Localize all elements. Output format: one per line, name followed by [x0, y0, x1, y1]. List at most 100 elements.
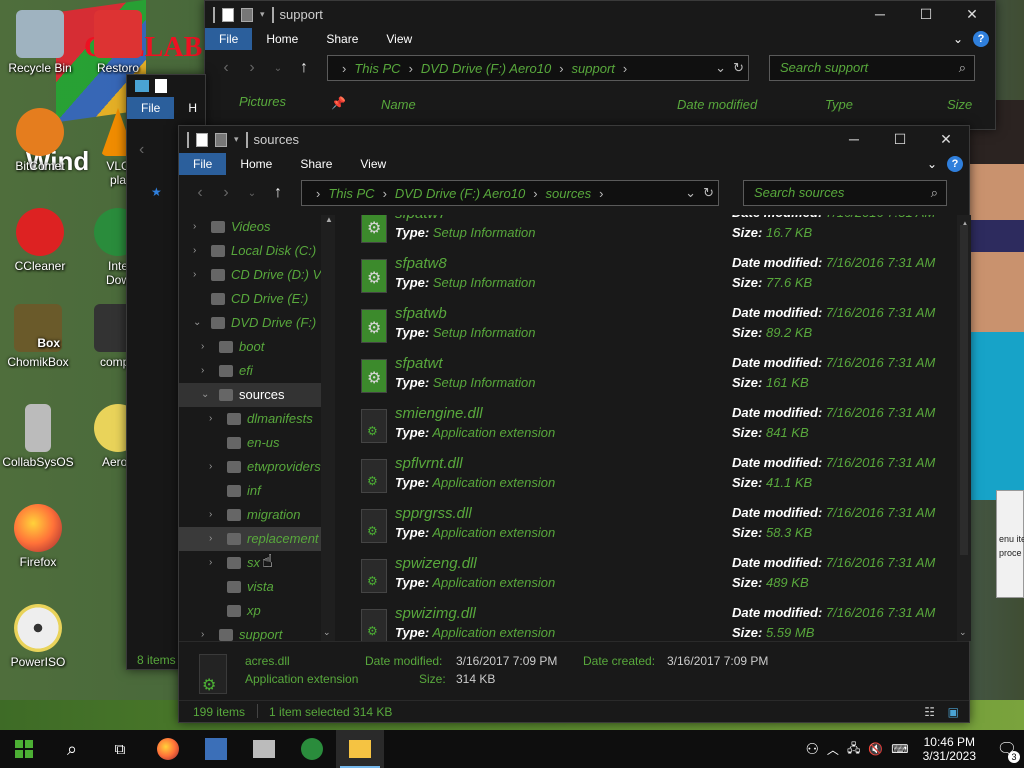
breadcrumb-this-pc[interactable]: This PC: [328, 186, 374, 201]
nav-item[interactable]: xp: [179, 599, 334, 623]
collapsed-chevron-icon[interactable]: ›: [193, 239, 196, 263]
collapsed-chevron-icon[interactable]: ›: [209, 503, 212, 527]
nav-item[interactable]: › migration: [179, 503, 334, 527]
recent-chevron-icon[interactable]: ⌄: [265, 63, 291, 74]
expand-ribbon-icon[interactable]: ⌄: [953, 32, 963, 46]
recent-chevron-icon[interactable]: ⌄: [239, 188, 265, 199]
collapsed-chevron-icon[interactable]: ›: [193, 215, 196, 239]
explorer-window-sources[interactable]: ▾ sources ─ ☐ ✕ File Home Share View ⌄? …: [178, 125, 971, 723]
people-icon[interactable]: ⚇: [805, 740, 818, 758]
nav-item[interactable]: › CD Drive (D:) V: [179, 263, 334, 287]
task-view-button[interactable]: ⧉: [96, 730, 144, 768]
desktop-icon-ccleaner[interactable]: CCleaner: [2, 208, 78, 273]
notifications-button[interactable]: 🗨 3: [990, 739, 1024, 763]
nav-item[interactable]: › Local Disk (C:): [179, 239, 334, 263]
tab-file[interactable]: File: [127, 97, 175, 119]
nav-item[interactable]: › boot: [179, 335, 334, 359]
scroll-up-icon[interactable]: ▲: [325, 215, 333, 224]
explorer-window-support[interactable]: ▾ support ─ ☐ ✕ File Home Share View ⌄? …: [204, 0, 996, 130]
help-icon[interactable]: ?: [947, 156, 963, 172]
breadcrumb-this-pc[interactable]: This PC: [354, 61, 400, 76]
scroll-down-icon[interactable]: ⌄: [323, 627, 331, 638]
taskbar-app-4[interactable]: [288, 730, 336, 768]
address-bar[interactable]: › This PC › DVD Drive (F:) Aero10 › source…: [301, 180, 719, 206]
back-arrow-icon[interactable]: ‹: [139, 141, 144, 159]
file-row[interactable]: sfpatwt Type: Setup Information Date modif…: [335, 353, 955, 403]
breadcrumb-support[interactable]: support: [572, 61, 615, 76]
maximize-button[interactable]: ☐: [877, 126, 923, 153]
nav-item[interactable]: › Videos: [179, 215, 334, 239]
collapsed-chevron-icon[interactable]: ›: [201, 359, 204, 383]
file-list[interactable]: sfpatw7 Type: Setup Information Date modif…: [335, 215, 957, 641]
desktop-icon-poweriso[interactable]: PowerISO: [0, 604, 76, 669]
minimize-button[interactable]: ─: [831, 126, 877, 153]
close-button[interactable]: ✕: [949, 1, 995, 28]
start-button[interactable]: [0, 730, 48, 768]
taskbar-firefox[interactable]: [144, 730, 192, 768]
nav-item[interactable]: inf: [179, 479, 334, 503]
file-row[interactable]: sfpatwb Type: Setup Information Date modif…: [335, 303, 955, 353]
file-row[interactable]: sfpatw8 Type: Setup Information Date modif…: [335, 253, 955, 303]
nav-item[interactable]: › dlmanifests: [179, 407, 334, 431]
desktop-icon-restoro[interactable]: Restoro: [80, 10, 156, 75]
nav-item[interactable]: CD Drive (E:): [179, 287, 334, 311]
column-header-type[interactable]: Type: [825, 97, 853, 112]
up-arrow-icon[interactable]: ↑: [291, 59, 317, 77]
clock[interactable]: 10:46 PM 3/31/2023: [923, 735, 976, 763]
scroll-down-icon[interactable]: ⌄: [959, 627, 967, 638]
taskbar-app-3[interactable]: [240, 730, 288, 768]
breadcrumb-dvd-drive[interactable]: DVD Drive (F:) Aero10: [421, 61, 551, 76]
file-row[interactable]: spwizeng.dll Type: Application extension D…: [335, 553, 955, 603]
tab-file[interactable]: File: [179, 153, 227, 175]
up-arrow-icon[interactable]: ↑: [265, 184, 291, 202]
address-bar[interactable]: › This PC › DVD Drive (F:) Aero10 › suppor…: [327, 55, 749, 81]
collapsed-chevron-icon[interactable]: ›: [209, 455, 212, 479]
expanded-chevron-icon[interactable]: ⌄: [201, 383, 209, 407]
title-bar[interactable]: ▾ sources ─ ☐ ✕: [179, 126, 969, 153]
file-row[interactable]: spprgrss.dll Type: Application extension D…: [335, 503, 955, 553]
nav-item[interactable]: › etwproviders: [179, 455, 334, 479]
breadcrumb-sources[interactable]: sources: [546, 186, 592, 201]
tab-home[interactable]: H: [174, 97, 211, 119]
dropdown-chevron-icon[interactable]: ⌄: [685, 185, 696, 201]
volume-muted-icon[interactable]: 🔇: [868, 742, 883, 756]
expand-ribbon-icon[interactable]: ⌄: [927, 157, 937, 171]
tab-share[interactable]: Share: [286, 153, 346, 175]
file-row[interactable]: sfpatw7 Type: Setup Information Date modif…: [335, 215, 955, 253]
title-bar[interactable]: ▾ support ─ ☐ ✕: [205, 1, 995, 28]
close-button[interactable]: ✕: [923, 126, 969, 153]
refresh-icon[interactable]: ↻: [703, 185, 714, 201]
file-row[interactable]: spwizimg.dll Type: Application extension D…: [335, 603, 955, 641]
forward-arrow-icon[interactable]: ›: [239, 59, 265, 77]
search-input[interactable]: Search support ⌕: [769, 55, 975, 81]
nav-item[interactable]: ⌄ DVD Drive (F:): [179, 311, 334, 335]
forward-arrow-icon[interactable]: ›: [213, 184, 239, 202]
nav-item[interactable]: vista: [179, 575, 334, 599]
help-icon[interactable]: ?: [973, 31, 989, 47]
collapsed-chevron-icon[interactable]: ›: [193, 263, 196, 287]
nav-item-pictures[interactable]: Pictures: [239, 94, 286, 109]
nav-item[interactable]: › sx: [179, 551, 334, 575]
network-icon[interactable]: 🖧: [847, 739, 860, 760]
collapsed-chevron-icon[interactable]: ›: [209, 551, 212, 575]
tab-view[interactable]: View: [372, 28, 426, 50]
collapsed-chevron-icon[interactable]: ›: [201, 623, 204, 641]
tab-home[interactable]: Home: [252, 28, 312, 50]
maximize-button[interactable]: ☐: [903, 1, 949, 28]
expanded-chevron-icon[interactable]: ⌄: [193, 311, 201, 335]
nav-item[interactable]: ⌄ sources: [179, 383, 334, 407]
collapsed-chevron-icon[interactable]: ›: [201, 335, 204, 359]
collapsed-chevron-icon[interactable]: ›: [209, 527, 212, 551]
desktop-icon-chomikbox[interactable]: Box ChomikBox: [0, 304, 76, 369]
keyboard-icon[interactable]: ⌨: [891, 742, 908, 756]
tab-home[interactable]: Home: [226, 153, 286, 175]
file-row[interactable]: spflvrnt.dll Type: Application extension D…: [335, 453, 955, 503]
column-header-size[interactable]: Size: [947, 97, 972, 112]
file-list-scrollbar[interactable]: ▲ ⌄: [957, 215, 971, 641]
tab-share[interactable]: Share: [312, 28, 372, 50]
back-arrow-icon[interactable]: ‹: [213, 59, 239, 77]
nav-item[interactable]: en-us: [179, 431, 334, 455]
column-header-date-modified[interactable]: Date modified: [677, 97, 757, 112]
nav-item[interactable]: › support: [179, 623, 334, 641]
tab-view[interactable]: View: [346, 153, 400, 175]
